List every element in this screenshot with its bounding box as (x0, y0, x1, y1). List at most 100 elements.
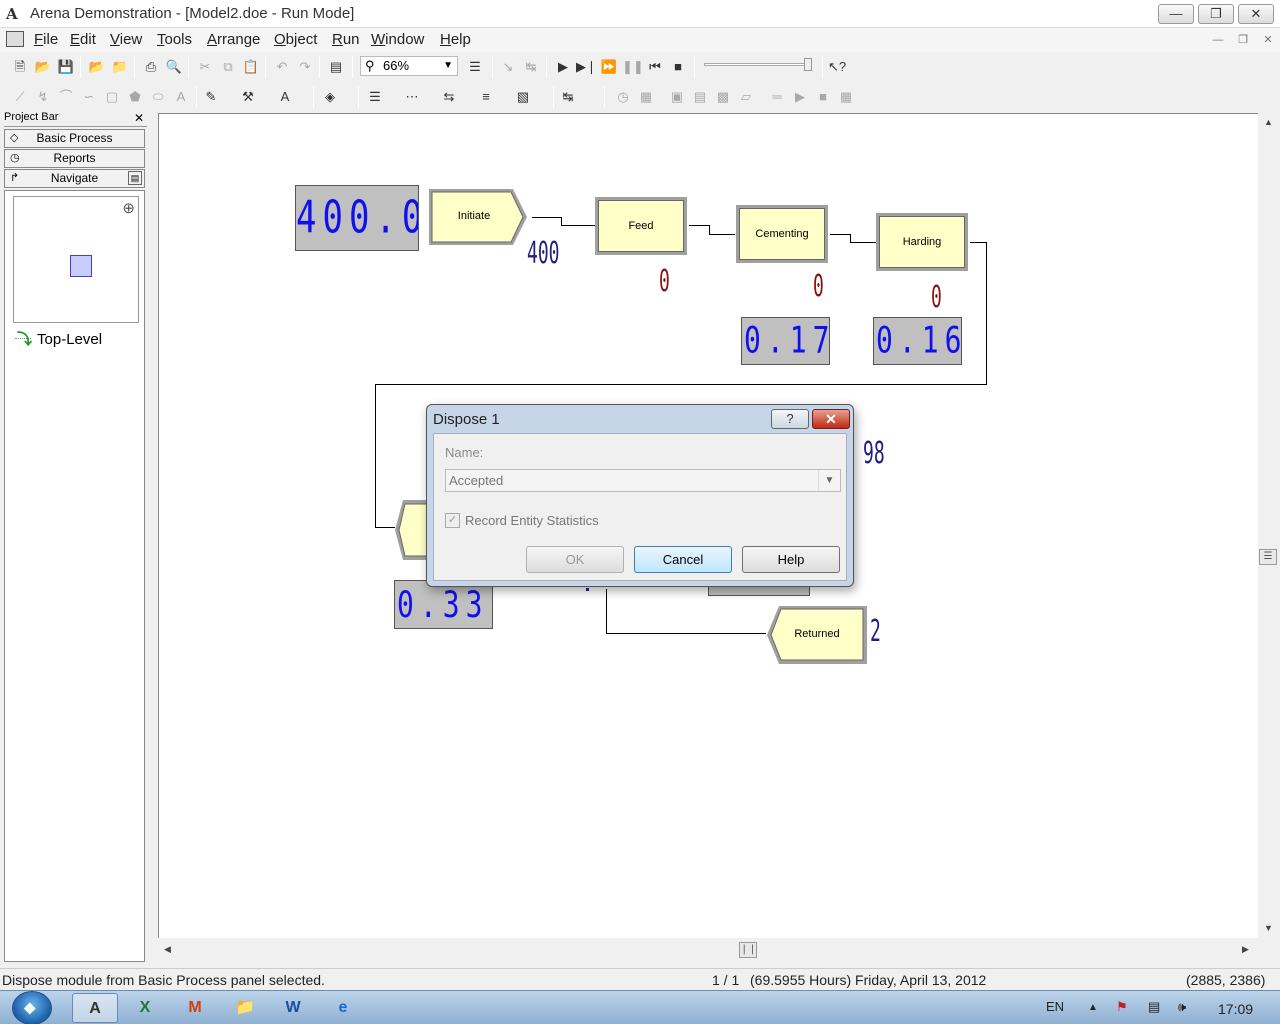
menu-object[interactable]: Object (274, 31, 317, 48)
panel-basic-process[interactable]: ◇ Basic Process (4, 129, 145, 148)
network-icon[interactable]: ▤ (1148, 999, 1160, 1015)
restore-button[interactable]: ❐ (1198, 4, 1234, 24)
paste-icon[interactable]: 📋 (241, 57, 261, 77)
language-indicator[interactable]: EN (1046, 999, 1064, 1014)
text-color-icon[interactable]: A (275, 87, 295, 107)
minimize-button[interactable]: — (1158, 4, 1194, 24)
tray-expand-icon[interactable]: ▲ (1088, 1002, 1098, 1013)
text-icon[interactable]: A (171, 87, 191, 107)
end-icon[interactable]: ■ (668, 57, 688, 77)
horizontal-scrollbar[interactable]: ◀ ❘❘ ▶ (158, 940, 1258, 960)
view-window-icon[interactable]: ▤ (326, 57, 346, 77)
properties-icon[interactable]: ▤ (128, 171, 142, 185)
box-icon[interactable]: ▢ (102, 87, 122, 107)
cut-icon[interactable]: ✂ (195, 57, 215, 77)
arena-icon[interactable]: A (6, 5, 24, 23)
scroll-up-icon[interactable]: ▲ (1264, 117, 1273, 127)
menu-run[interactable]: Run (332, 31, 360, 48)
curve-icon[interactable]: ∽ (79, 87, 99, 107)
template-detach-icon[interactable]: 📁 (110, 57, 130, 77)
ellipse-icon[interactable]: ⬭ (148, 87, 168, 107)
volume-icon[interactable]: 🕪 (1178, 999, 1186, 1015)
panel-navigate[interactable]: ↱ Navigate ▤ (4, 169, 145, 188)
polyline-icon[interactable]: ↯ (33, 87, 53, 107)
menu-window[interactable]: Window (371, 31, 424, 48)
connect-icon[interactable]: ↹ (521, 57, 541, 77)
clock[interactable]: 17:09 (1218, 1001, 1253, 1017)
vertical-scroll-thumb[interactable]: ☰ (1259, 549, 1277, 565)
dialog-close-button[interactable]: ✕ (812, 409, 850, 429)
menu-view[interactable]: View (110, 31, 142, 48)
clock-icon[interactable]: ◷ (613, 87, 633, 107)
line-width-icon[interactable]: ☰ (365, 87, 385, 107)
taskbar-excel[interactable]: X (122, 993, 168, 1023)
ok-button[interactable]: OK (526, 546, 624, 573)
mdi-minimize-button[interactable]: — (1208, 31, 1228, 49)
create-module-initiate[interactable]: Initiate (429, 200, 519, 232)
action-center-icon[interactable]: ⚑ (1116, 999, 1128, 1015)
horizontal-scroll-thumb[interactable]: ❘❘ (739, 942, 757, 958)
slider-thumb[interactable] (804, 58, 812, 71)
context-help-icon[interactable]: ↖? (827, 57, 847, 77)
start-button[interactable]: ❖ (12, 991, 52, 1024)
save-icon[interactable]: 💾 (56, 57, 76, 77)
histogram-icon[interactable]: ▩ (713, 87, 733, 107)
dialog-help-button[interactable]: ? (771, 409, 809, 429)
background-color-icon[interactable]: ◈ (320, 87, 340, 107)
close-icon[interactable]: ✕ (134, 111, 144, 125)
record-stats-checkbox[interactable]: ✓ (445, 513, 460, 528)
animation-speed-slider[interactable] (704, 58, 814, 72)
close-button[interactable]: ✕ (1238, 4, 1274, 24)
variable-icon[interactable]: ▣ (667, 87, 687, 107)
name-select[interactable]: Accepted ▼ (445, 469, 841, 492)
queue-icon[interactable]: ═ (767, 87, 787, 107)
dispose-module-returned[interactable]: Returned (773, 618, 861, 650)
view-rectangle[interactable] (70, 255, 92, 277)
fast-forward-icon[interactable]: ⏩ (599, 57, 619, 77)
vertical-scrollbar[interactable]: ▲ ☰ ▼ (1258, 113, 1278, 938)
zoom-select[interactable]: ⚲ 66% ▼ (360, 56, 458, 76)
tree-item-top-level[interactable]: ⤵ Top-Level (17, 328, 102, 349)
menu-arrange[interactable]: Arrange (207, 31, 260, 48)
scroll-right-icon[interactable]: ▶ (1242, 944, 1249, 955)
mdi-close-button[interactable]: ✕ (1258, 31, 1278, 49)
taskbar-arena[interactable]: A (72, 993, 118, 1023)
template-attach-icon[interactable]: 📂 (87, 57, 107, 77)
thumbnail-view[interactable]: ⊕ (13, 196, 139, 323)
scroll-left-icon[interactable]: ◀ (164, 944, 171, 955)
mdi-restore-button[interactable]: ❐ (1233, 31, 1253, 49)
start-over-icon[interactable]: ⏮ (645, 57, 665, 77)
submodel-icon[interactable]: ↘ (498, 57, 518, 77)
line-pattern-icon[interactable]: ≡ (476, 87, 496, 107)
taskbar-explorer[interactable]: 📁 (222, 993, 268, 1023)
process-module-harding[interactable]: Harding (876, 213, 968, 271)
chevron-down-icon[interactable]: ▼ (818, 470, 840, 491)
panel-reports[interactable]: ◷ Reports (4, 149, 145, 168)
line-icon[interactable]: ⟋ (10, 87, 30, 107)
fill-color-icon[interactable]: ⚒ (238, 87, 258, 107)
document-icon[interactable] (6, 31, 24, 47)
transporter-icon[interactable]: ▦ (836, 87, 856, 107)
taskbar-word[interactable]: W (270, 993, 316, 1023)
redo-icon[interactable]: ↷ (295, 57, 315, 77)
resource-icon[interactable]: ▶ (790, 87, 810, 107)
scroll-down-icon[interactable]: ▼ (1264, 923, 1273, 933)
line-color-icon[interactable]: ✎ (201, 87, 221, 107)
global-icon[interactable]: ■ (813, 87, 833, 107)
help-button[interactable]: Help (742, 546, 840, 573)
level-icon[interactable]: ▤ (690, 87, 710, 107)
menu-edit[interactable]: Edit (70, 31, 96, 48)
process-module-cementing[interactable]: Cementing (736, 205, 828, 263)
cancel-button[interactable]: Cancel (634, 546, 732, 573)
menu-help[interactable]: Help (440, 31, 471, 48)
arc-icon[interactable]: ⌒ (56, 87, 76, 107)
copy-icon[interactable]: ⧉ (218, 57, 238, 77)
menu-file[interactable]: File (34, 31, 58, 48)
taskbar-app-m[interactable]: M (172, 993, 218, 1023)
open-folder-icon[interactable]: 📂 (33, 57, 53, 77)
print-icon[interactable]: ⎙ (141, 57, 161, 77)
new-file-icon[interactable]: 🗎 (10, 57, 30, 77)
show-dimensions-icon[interactable]: ↹ (558, 87, 578, 107)
layers-icon[interactable]: ☰ (465, 57, 485, 77)
date-icon[interactable]: ▦ (636, 87, 656, 107)
